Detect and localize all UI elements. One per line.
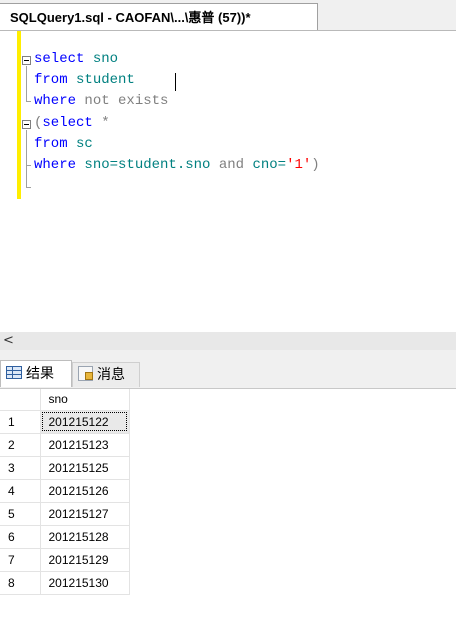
table-row[interactable]: 4 201215126 (0, 479, 130, 503)
tab-messages[interactable]: 消息 (72, 362, 140, 387)
column-header-sno[interactable]: sno (40, 389, 130, 411)
table-row[interactable]: 3 201215125 (0, 456, 130, 480)
code-line[interactable]: where sno=student.sno and cno='1') (34, 155, 320, 176)
row-number[interactable]: 1 (0, 410, 41, 434)
text-cursor (175, 73, 176, 91)
code-token: from (34, 135, 68, 152)
fold-line (26, 130, 27, 166)
code-line[interactable]: (select * (34, 113, 320, 134)
fold-line-end (26, 101, 31, 102)
table-row[interactable]: 5 201215127 (0, 502, 130, 526)
grid-corner[interactable] (0, 389, 41, 411)
table-row[interactable]: 1 201215122 (0, 410, 130, 434)
code-token: '1' (286, 156, 312, 173)
code-token: * (92, 114, 110, 131)
fold-line (26, 66, 27, 102)
row-number[interactable]: 2 (0, 433, 41, 457)
tab-messages-label: 消息 (97, 367, 125, 383)
cell-sno[interactable]: 201215125 (40, 456, 130, 480)
cell-sno[interactable]: 201215123 (40, 433, 130, 457)
table-row[interactable]: 6 201215128 (0, 525, 130, 549)
code-token: from (34, 72, 68, 89)
collapse-icon[interactable] (22, 56, 31, 65)
cell-sno[interactable]: 201215126 (40, 479, 130, 503)
row-number[interactable]: 6 (0, 525, 41, 549)
query-editor[interactable]: select sno from student where not exists (s… (0, 31, 456, 332)
document-tab[interactable]: SQLQuery1.sql - CAOFAN\...\惠普 (57))* (0, 3, 318, 30)
change-tracking-bar (17, 31, 21, 199)
code-line[interactable]: from sc (34, 134, 320, 155)
collapse-icon[interactable] (22, 120, 31, 129)
table-row[interactable]: 7 201215129 (0, 548, 130, 572)
cell-sno[interactable]: 201215130 (40, 571, 130, 595)
cell-sno[interactable]: 201215129 (40, 548, 130, 572)
code-token: and (218, 156, 245, 173)
cell-sno[interactable]: 201215122 (40, 410, 130, 434)
row-number[interactable]: 7 (0, 548, 41, 572)
table-row[interactable]: 2 201215123 (0, 433, 130, 457)
document-tab-bar: SQLQuery1.sql - CAOFAN\...\惠普 (57))* (0, 0, 456, 31)
tab-results-label: 结果 (26, 366, 54, 382)
horizontal-scrollbar[interactable]: < (0, 332, 456, 350)
fold-line (26, 166, 27, 188)
code-token: select (42, 114, 93, 131)
sql-code[interactable]: select sno from student where not exists (s… (34, 49, 320, 176)
results-grid-icon (6, 365, 22, 379)
code-token: sno=student.sno (76, 156, 219, 173)
code-token: not exists (76, 93, 169, 110)
code-token: student (67, 72, 135, 89)
results-table: sno 1 201215122 2 201215123 3 201215125 4 20121… (0, 389, 130, 595)
row-number[interactable]: 3 (0, 456, 41, 480)
code-line[interactable]: where not exists (34, 91, 320, 112)
fold-line-end (26, 187, 31, 188)
code-token: select (34, 51, 85, 67)
code-token: cno= (244, 156, 287, 173)
code-token: where (34, 156, 77, 173)
row-number[interactable]: 5 (0, 502, 41, 526)
code-token: sno (84, 51, 119, 67)
messages-icon (78, 365, 93, 381)
row-number[interactable]: 8 (0, 571, 41, 595)
tab-results[interactable]: 结果 (0, 360, 72, 387)
code-token: sc (67, 135, 93, 152)
code-line[interactable]: from student (34, 70, 320, 91)
cell-sno[interactable]: 201215127 (40, 502, 130, 526)
cell-sno[interactable]: 201215128 (40, 525, 130, 549)
scroll-left-arrow-icon[interactable]: < (3, 333, 14, 348)
result-tabs: 结果 消息 (0, 350, 456, 389)
document-tab-title: SQLQuery1.sql - CAOFAN\...\惠普 (57))* (10, 10, 251, 25)
table-row[interactable]: 8 201215130 (0, 571, 130, 595)
code-line[interactable]: select sno (34, 49, 320, 70)
row-number[interactable]: 4 (0, 479, 41, 503)
results-grid[interactable]: sno 1 201215122 2 201215123 3 201215125 4 20121… (0, 389, 456, 632)
code-token: ) (311, 156, 320, 173)
code-token: where (34, 93, 77, 110)
